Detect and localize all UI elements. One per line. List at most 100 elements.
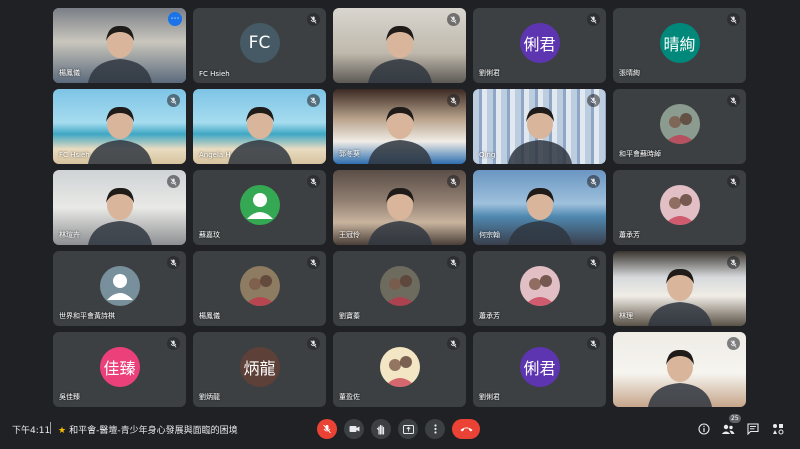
participant-tile[interactable]: 董盈佐 bbox=[333, 332, 466, 407]
more-horizontal-icon: ⋯ bbox=[170, 13, 180, 24]
initials-avatar: 俐君 bbox=[519, 347, 560, 388]
profile-photo-icon bbox=[663, 194, 696, 226]
chat-button[interactable] bbox=[745, 421, 761, 437]
participant-name: 郭冬葵 bbox=[339, 150, 360, 158]
raise-hand-icon bbox=[376, 424, 385, 435]
participant-tile[interactable]: 俐君 劉俐君 bbox=[473, 8, 606, 83]
photo-avatar bbox=[379, 347, 420, 388]
muted-indicator bbox=[727, 337, 740, 350]
video-grid: ⋯ 楊鳳儀 FC FC Hsieh 俐君 劉俐君 晴絢 張晴絢 FC Hsieh Angela H… bbox=[53, 8, 746, 407]
initials-avatar: 佳臻 bbox=[99, 347, 140, 388]
participant-tile[interactable]: 晴絢張晴絢 bbox=[613, 8, 746, 83]
activities-button[interactable] bbox=[770, 421, 786, 437]
tile-more-options-button[interactable]: ⋯ bbox=[168, 12, 182, 26]
muted-indicator bbox=[167, 175, 180, 188]
muted-indicator bbox=[727, 94, 740, 107]
mic-off-icon bbox=[730, 258, 737, 267]
photo-avatar bbox=[239, 266, 280, 307]
star-icon: ★ bbox=[58, 426, 67, 436]
muted-indicator bbox=[587, 256, 600, 269]
mic-off-icon bbox=[590, 258, 597, 267]
raise-hand-button[interactable] bbox=[371, 419, 391, 439]
mic-off-icon bbox=[170, 96, 177, 105]
initials-avatar: FC bbox=[239, 23, 280, 64]
camera-icon bbox=[349, 426, 359, 432]
participant-tile[interactable] bbox=[613, 332, 746, 407]
participant-tile[interactable]: 蘇嘉玟 bbox=[193, 170, 326, 245]
participant-tile[interactable]: 世界和平會黃詩棋 bbox=[53, 251, 186, 326]
participant-tile[interactable]: Angela H bbox=[193, 89, 326, 164]
person-silhouette-icon bbox=[367, 25, 432, 83]
muted-indicator bbox=[447, 256, 460, 269]
participant-tile[interactable]: Qing bbox=[473, 89, 606, 164]
participant-tile[interactable]: 王冠伶 bbox=[333, 170, 466, 245]
participant-tile[interactable]: 佳臻 吳佳臻 bbox=[53, 332, 186, 407]
meeting-details-button[interactable] bbox=[696, 421, 712, 437]
participant-name: 劉寶蓁 bbox=[339, 312, 360, 320]
leave-call-button[interactable] bbox=[452, 419, 480, 439]
person-silhouette-icon bbox=[367, 106, 432, 164]
participant-tile[interactable]: 郭冬葵 bbox=[333, 89, 466, 164]
mic-off-icon bbox=[170, 339, 177, 348]
photo-avatar bbox=[379, 266, 420, 307]
mic-off-icon bbox=[590, 339, 597, 348]
photo-avatar bbox=[659, 104, 700, 145]
muted-indicator bbox=[727, 256, 740, 269]
participant-name: 王冠伶 bbox=[339, 231, 360, 239]
mic-off-icon bbox=[170, 177, 177, 186]
participant-tile[interactable]: 林瑄卉 bbox=[53, 170, 186, 245]
bottom-control-bar: 下午4:11 ★ 和平會-醫壇-青少年身心發展與面臨的困境 25 bbox=[0, 410, 800, 449]
participant-tile[interactable] bbox=[333, 8, 466, 83]
muted-indicator bbox=[167, 337, 180, 350]
chat-icon bbox=[747, 423, 759, 435]
participant-tile[interactable]: ⋯ 楊鳳儀 bbox=[53, 8, 186, 83]
participant-tile[interactable]: 何宗翰 bbox=[473, 170, 606, 245]
mic-off-icon bbox=[590, 96, 597, 105]
mic-off-icon bbox=[310, 177, 317, 186]
participant-tile[interactable]: 劉寶蓁 bbox=[333, 251, 466, 326]
profile-photo-icon bbox=[663, 113, 696, 145]
participant-tile[interactable]: 蕭承芳 bbox=[473, 251, 606, 326]
participant-tile[interactable]: 蕭承芳 bbox=[613, 170, 746, 245]
meeting-title-text: 和平會-醫壇-青少年身心發展與面臨的困境 bbox=[69, 426, 238, 436]
muted-indicator bbox=[447, 175, 460, 188]
present-now-button[interactable] bbox=[398, 419, 418, 439]
person-silhouette-icon bbox=[87, 187, 152, 245]
person-silhouette-icon bbox=[87, 106, 152, 164]
muted-indicator bbox=[727, 175, 740, 188]
profile-photo-icon bbox=[383, 275, 416, 307]
participant-name: 劉炳龍 bbox=[199, 393, 220, 401]
person-silhouette-icon bbox=[367, 187, 432, 245]
mic-toggle-button[interactable] bbox=[317, 419, 337, 439]
muted-indicator bbox=[307, 337, 320, 350]
mic-off-icon bbox=[450, 258, 457, 267]
participant-tile[interactable]: 楊鳳儀 bbox=[193, 251, 326, 326]
profile-photo-icon bbox=[243, 275, 276, 307]
muted-indicator bbox=[447, 94, 460, 107]
muted-indicator bbox=[307, 13, 320, 26]
profile-photo-icon bbox=[383, 356, 416, 388]
people-button[interactable] bbox=[720, 421, 736, 437]
mic-off-icon bbox=[310, 15, 317, 24]
camera-toggle-button[interactable] bbox=[344, 419, 364, 439]
muted-indicator bbox=[167, 256, 180, 269]
participant-tile[interactable]: 林理 bbox=[613, 251, 746, 326]
mic-off-icon bbox=[310, 96, 317, 105]
muted-indicator bbox=[587, 337, 600, 350]
participant-name: 林理 bbox=[619, 312, 633, 320]
participant-tile[interactable]: 俐君 劉俐君 bbox=[473, 332, 606, 407]
participant-tile[interactable]: 炳龍 劉炳龍 bbox=[193, 332, 326, 407]
initials-avatar: 晴絢 bbox=[659, 23, 700, 64]
participant-tile[interactable]: FC FC Hsieh bbox=[193, 8, 326, 83]
participant-name: 張晴絢 bbox=[619, 69, 640, 77]
more-options-button[interactable] bbox=[425, 419, 445, 439]
mic-off-icon bbox=[310, 258, 317, 267]
mic-off-icon bbox=[730, 339, 737, 348]
photo-avatar bbox=[659, 185, 700, 226]
participant-tile[interactable]: FC Hsieh bbox=[53, 89, 186, 164]
mic-off-icon bbox=[730, 177, 737, 186]
more-options-icon bbox=[433, 424, 437, 434]
participant-tile[interactable]: 和平會蘇時綽 bbox=[613, 89, 746, 164]
mic-off-icon bbox=[590, 177, 597, 186]
participant-name: 劉俐君 bbox=[479, 69, 500, 77]
